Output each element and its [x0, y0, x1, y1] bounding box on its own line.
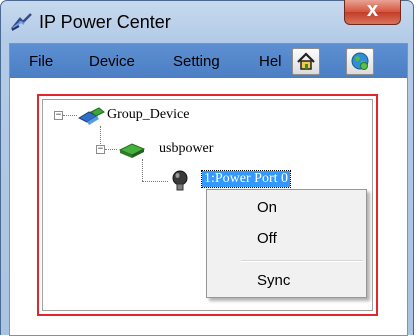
tree-connector: [63, 115, 77, 116]
menu-help[interactable]: Hel: [259, 53, 282, 70]
close-button[interactable]: X: [344, 0, 401, 25]
tree-node-port[interactable]: 1:Power Port 0: [201, 170, 291, 188]
home-button[interactable]: [292, 48, 320, 75]
collapse-device-toggle[interactable]: −: [96, 145, 105, 154]
menu-item-sync[interactable]: Sync: [257, 272, 290, 289]
tree-connector: [105, 149, 117, 150]
bulb-icon: [171, 170, 189, 199]
tree-connector: [100, 126, 101, 144]
window-title: IP Power Center: [39, 12, 171, 32]
close-icon: X: [366, 2, 379, 20]
globe-icon: [351, 52, 369, 70]
app-logo-icon: [11, 13, 33, 31]
menu-device[interactable]: Device: [89, 53, 135, 70]
tree-node-group[interactable]: Group_Device: [107, 107, 189, 123]
collapse-root-toggle[interactable]: −: [54, 111, 63, 120]
menu-item-on[interactable]: On: [257, 199, 277, 216]
globe-button[interactable]: [346, 48, 374, 75]
tree-connector: [142, 159, 143, 181]
menu-file[interactable]: File: [29, 53, 53, 70]
tree-node-device[interactable]: usbpower: [159, 141, 213, 157]
menu-separator: [241, 260, 363, 262]
menu-item-off[interactable]: Off: [257, 230, 277, 247]
menu-bar: File Device Setting Hel: [10, 44, 407, 78]
context-menu: On Off Sync: [206, 189, 367, 298]
menu-setting[interactable]: Setting: [173, 53, 220, 70]
tree-connector: [142, 181, 168, 182]
title-bar[interactable]: IP Power Center X: [1, 0, 413, 43]
home-icon: [297, 52, 315, 70]
